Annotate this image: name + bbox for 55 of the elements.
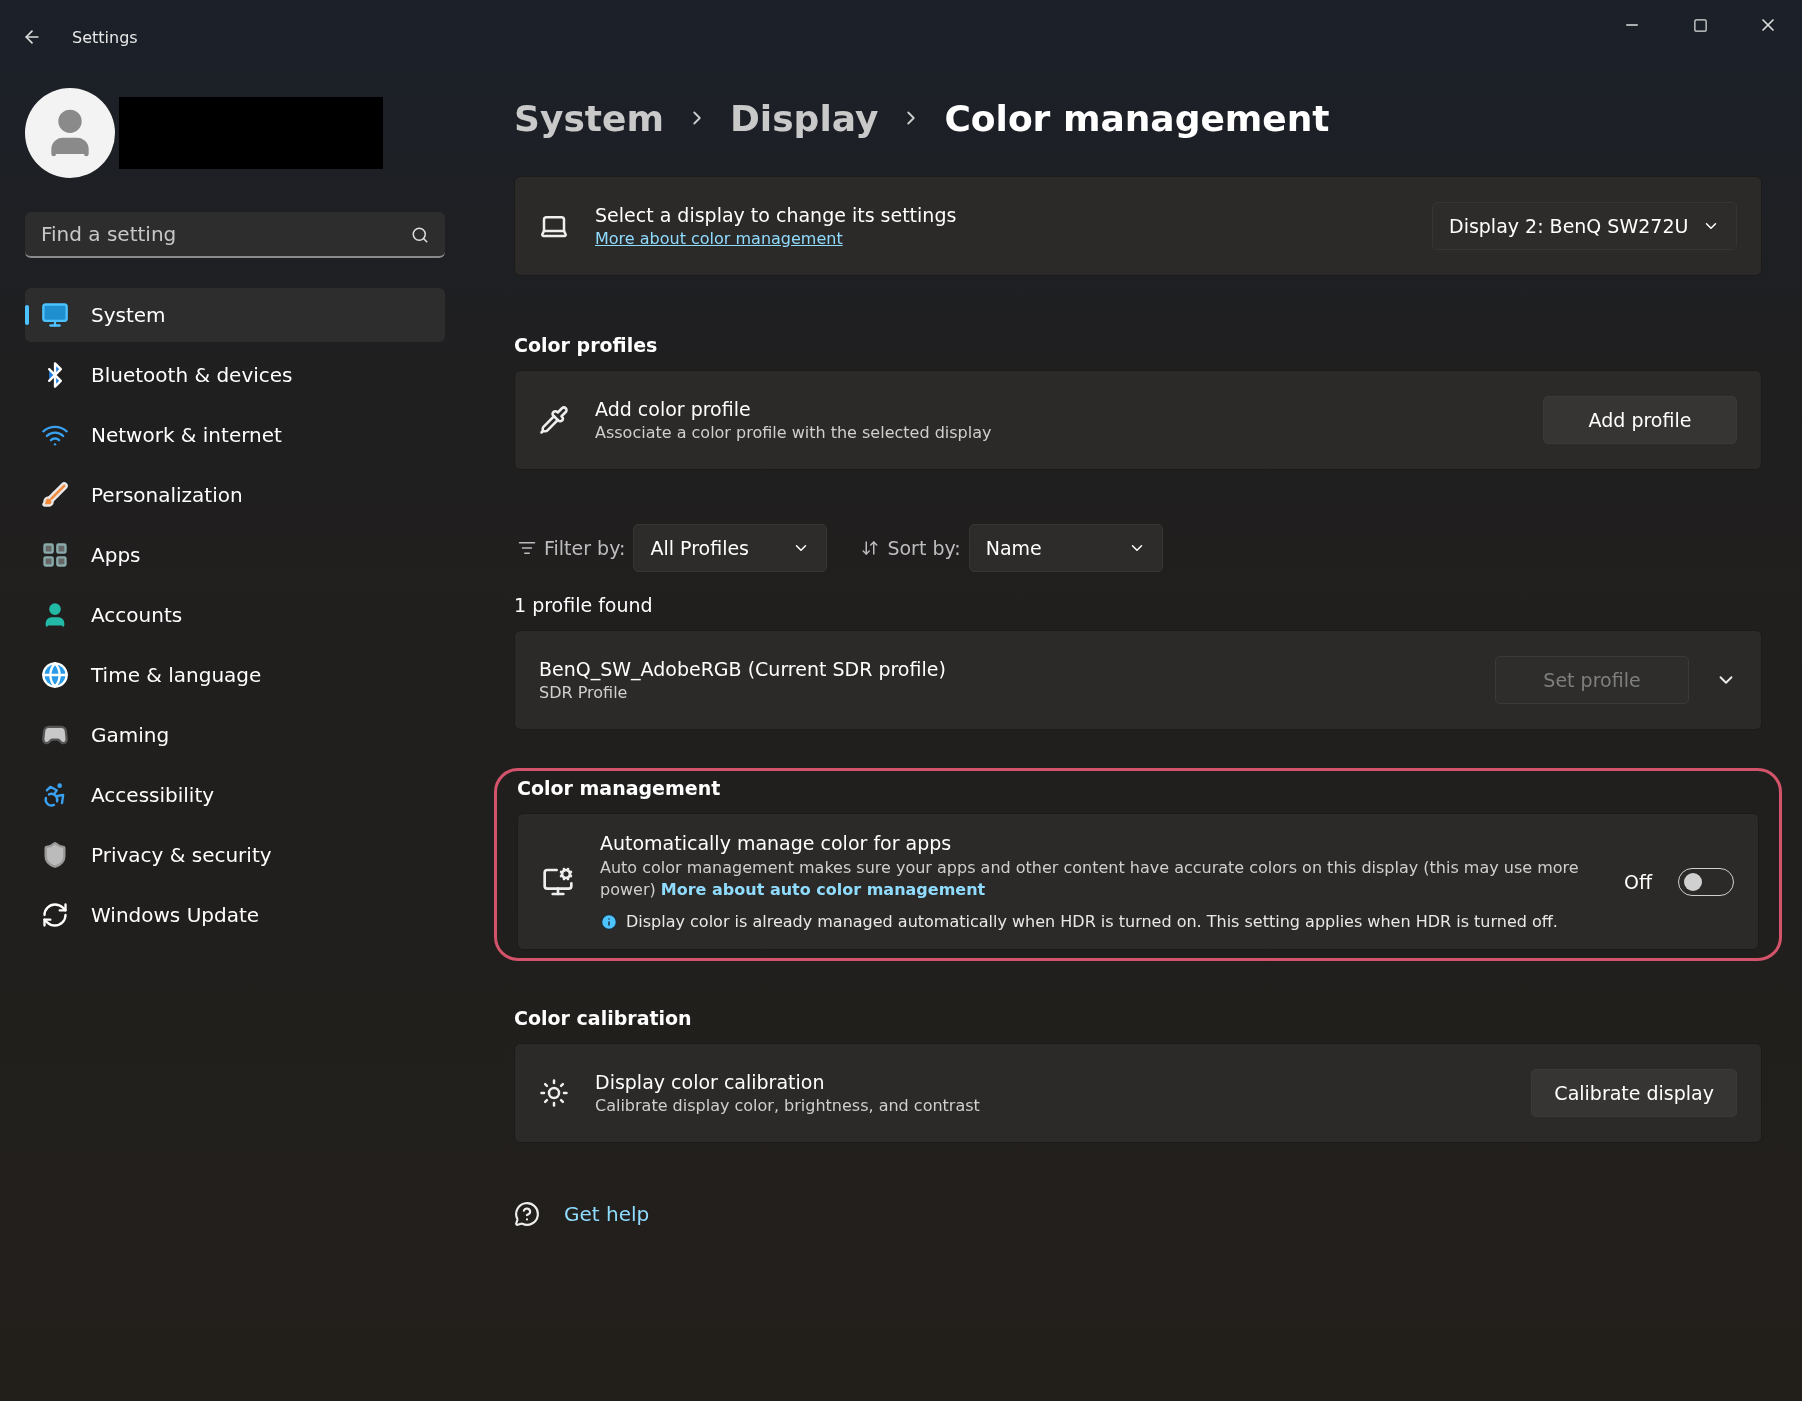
breadcrumb-item[interactable]: Display [729,97,879,139]
nav-icon [41,481,69,509]
search-icon [411,226,429,244]
nav-item[interactable]: Privacy & security [25,828,445,882]
filter-icon [518,539,536,557]
nav-item[interactable]: Time & language [25,648,445,702]
help-link[interactable]: More about color management [595,229,843,248]
eyedropper-icon [539,405,569,435]
toggle-label: Off [1623,870,1652,893]
monitor-gear-icon [542,865,574,898]
nav-item[interactable]: Apps [25,528,445,582]
info-icon [600,912,618,931]
filter-dropdown[interactable]: All Profiles [633,524,828,572]
section-heading: Color management [517,777,722,799]
card-subtitle: Associate a color profile with the selected display [595,423,993,442]
nav-icon [41,541,69,569]
nav-item[interactable]: Windows Update [25,888,445,942]
nav-item[interactable]: Gaming [25,708,445,762]
nav-icon [41,301,69,329]
nav-item[interactable]: System [25,288,445,342]
card-title: Add color profile [595,398,752,420]
nav-item[interactable]: Accessibility [25,768,445,822]
card-title: Automatically manage color for apps [600,832,953,854]
nav-item[interactable]: Accounts [25,588,445,642]
card-description: Auto color management makes sure your apps and other content have accurate colors on this display (this may use more power) More about auto color management [600,857,1580,901]
search-field[interactable]: Find a setting [25,212,445,258]
nav-item[interactable]: Network & internet [25,408,445,462]
help-link[interactable]: More about auto color management [660,880,986,899]
breadcrumb-item[interactable]: System [514,97,664,139]
profile-name: BenQ_SW_AdobeRGB (Current SDR profile) [539,658,947,680]
section-heading: Color profiles [514,334,659,356]
nav-icon [41,901,69,929]
maximize-icon[interactable] [1692,17,1708,33]
nav-item[interactable]: Personalization [25,468,445,522]
card-title: Display color calibration [595,1071,826,1093]
section-heading: Color calibration [514,1007,693,1029]
profile-type: SDR Profile [539,683,629,702]
nav-icon [41,661,69,689]
breadcrumb-item: Color management [944,97,1330,139]
sort-icon [861,539,880,557]
display-dropdown[interactable]: Display 2: BenQ SW272U [1432,202,1737,250]
card-subtitle: Calibrate display color, brightness, and contrast [595,1096,981,1115]
help-icon [514,1201,540,1227]
add-profile-button[interactable]: Add profile [1543,396,1737,444]
calibrate-button[interactable]: Calibrate display [1531,1069,1737,1117]
result-count: 1 profile found [514,594,654,616]
sort-label: Sort by: [887,537,961,559]
card-title: Select a display to change its settings [595,204,958,226]
window-title: Settings [72,27,138,47]
sort-dropdown[interactable]: Name [968,524,1163,572]
sun-icon [539,1078,569,1108]
filter-label: Filter by: [544,537,626,559]
nav-item[interactable]: Bluetooth & devices [25,348,445,402]
info-note: Display color is already managed automatically when HDR is turned on. This setting applies when HDR is turned off. [626,912,1558,931]
help-link[interactable]: Get help [564,1202,650,1226]
